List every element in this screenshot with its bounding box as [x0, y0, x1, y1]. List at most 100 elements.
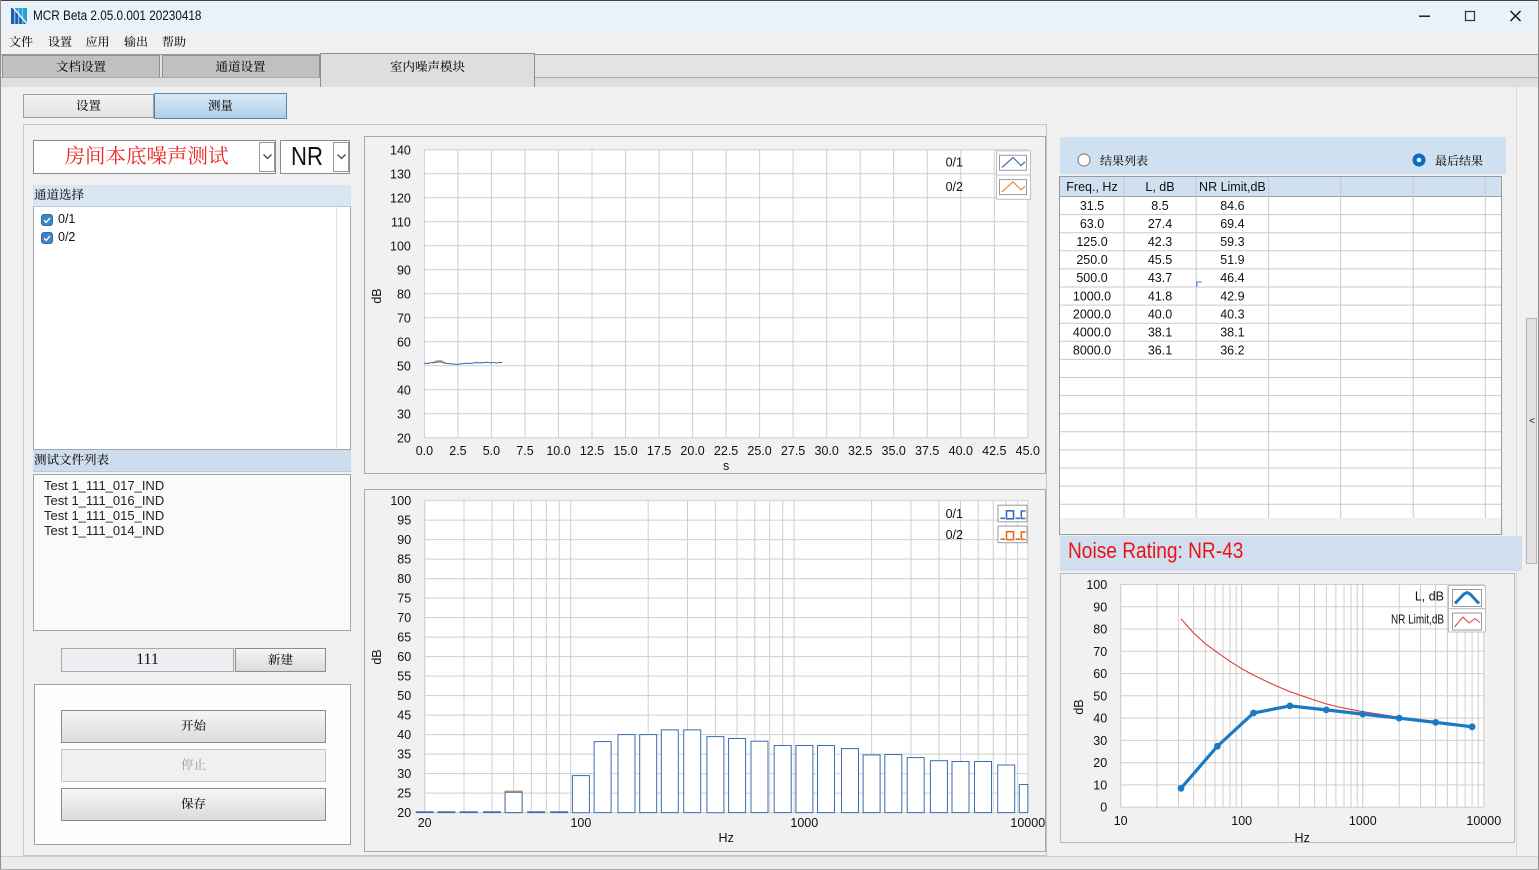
svg-text:80: 80 — [1093, 623, 1107, 637]
svg-text:69.4: 69.4 — [1220, 217, 1244, 231]
svg-text:50: 50 — [397, 689, 411, 703]
svg-text:0: 0 — [1100, 801, 1107, 815]
svg-text:10000: 10000 — [1010, 816, 1045, 830]
svg-text:1000: 1000 — [1349, 814, 1377, 828]
svg-text:36.1: 36.1 — [1148, 344, 1172, 358]
svg-text:Hz: Hz — [1295, 831, 1310, 843]
svg-text:8.5: 8.5 — [1151, 199, 1168, 213]
svg-text:30: 30 — [397, 767, 411, 781]
svg-text:50: 50 — [1093, 689, 1107, 703]
svg-text:22.5: 22.5 — [714, 444, 738, 458]
svg-text:30: 30 — [397, 407, 411, 421]
svg-text:10.0: 10.0 — [546, 444, 570, 458]
svg-text:7.5: 7.5 — [516, 444, 533, 458]
svg-text:0/2: 0/2 — [946, 528, 963, 542]
svg-text:500.0: 500.0 — [1076, 271, 1107, 285]
svg-text:70: 70 — [397, 611, 411, 625]
svg-text:40.0: 40.0 — [949, 444, 973, 458]
svg-text:51.9: 51.9 — [1220, 253, 1244, 267]
svg-text:80: 80 — [397, 572, 411, 586]
svg-text:95: 95 — [397, 514, 411, 528]
svg-text:27.4: 27.4 — [1148, 217, 1172, 231]
svg-text:0.0: 0.0 — [416, 444, 433, 458]
svg-text:85: 85 — [397, 553, 411, 567]
svg-text:46.4: 46.4 — [1220, 271, 1244, 285]
svg-text:10000: 10000 — [1466, 814, 1501, 828]
svg-text:100: 100 — [390, 239, 411, 253]
svg-text:20: 20 — [418, 816, 432, 830]
svg-text:35.0: 35.0 — [882, 444, 906, 458]
svg-text:50: 50 — [397, 359, 411, 373]
svg-text:40.0: 40.0 — [1148, 307, 1172, 321]
svg-text:250.0: 250.0 — [1076, 253, 1107, 267]
svg-text:40: 40 — [1093, 712, 1107, 726]
svg-text:8000.0: 8000.0 — [1073, 344, 1111, 358]
svg-text:31.5: 31.5 — [1080, 199, 1104, 213]
svg-text:2.5: 2.5 — [449, 444, 466, 458]
svg-text:38.1: 38.1 — [1220, 326, 1244, 340]
svg-text:90: 90 — [1093, 600, 1107, 614]
svg-text:20: 20 — [397, 806, 411, 820]
svg-text:60: 60 — [397, 650, 411, 664]
svg-text:20: 20 — [397, 431, 411, 445]
svg-text:80: 80 — [397, 287, 411, 301]
svg-text:30: 30 — [1093, 734, 1107, 748]
svg-text:NR Limit,dB: NR Limit,dB — [1199, 180, 1266, 194]
svg-text:75: 75 — [397, 592, 411, 606]
svg-text:4000.0: 4000.0 — [1073, 326, 1111, 340]
svg-text:130: 130 — [390, 167, 411, 181]
svg-text:120: 120 — [390, 191, 411, 205]
svg-text:100: 100 — [570, 816, 591, 830]
svg-text:12.5: 12.5 — [580, 444, 604, 458]
svg-text:2000.0: 2000.0 — [1073, 307, 1111, 321]
svg-text:NR Limit,dB: NR Limit,dB — [1391, 613, 1444, 627]
svg-text:30.0: 30.0 — [815, 444, 839, 458]
svg-text:60: 60 — [1093, 667, 1107, 681]
svg-text:70: 70 — [397, 311, 411, 325]
svg-text:Freq., Hz: Freq., Hz — [1066, 180, 1117, 194]
svg-text:42.9: 42.9 — [1220, 289, 1244, 303]
svg-text:59.3: 59.3 — [1220, 235, 1244, 249]
svg-text:20: 20 — [1093, 756, 1107, 770]
svg-text:0/2: 0/2 — [946, 180, 963, 194]
svg-text:90: 90 — [397, 263, 411, 277]
svg-text:5.0: 5.0 — [483, 444, 500, 458]
svg-text:140: 140 — [390, 143, 411, 157]
svg-text:40.3: 40.3 — [1220, 307, 1244, 321]
svg-text:60: 60 — [397, 335, 411, 349]
svg-text:90: 90 — [397, 533, 411, 547]
svg-text:0/1: 0/1 — [946, 507, 963, 521]
svg-text:25.0: 25.0 — [747, 444, 771, 458]
svg-text:45: 45 — [397, 709, 411, 723]
svg-text:20.0: 20.0 — [680, 444, 704, 458]
svg-text:25: 25 — [397, 787, 411, 801]
svg-text:38.1: 38.1 — [1148, 326, 1172, 340]
svg-text:42.3: 42.3 — [1148, 235, 1172, 249]
svg-text:45.0: 45.0 — [1016, 444, 1040, 458]
svg-text:s: s — [723, 459, 729, 473]
svg-text:1000: 1000 — [790, 816, 818, 830]
svg-text:65: 65 — [397, 631, 411, 645]
svg-text:15.0: 15.0 — [613, 444, 637, 458]
svg-text:100: 100 — [390, 494, 411, 508]
svg-text:L, dB: L, dB — [1145, 180, 1174, 194]
svg-text:45.5: 45.5 — [1148, 253, 1172, 267]
svg-text:37.5: 37.5 — [915, 444, 939, 458]
svg-text:Hz: Hz — [719, 831, 734, 845]
svg-text:100: 100 — [1231, 814, 1252, 828]
svg-text:dB: dB — [370, 288, 384, 303]
svg-text:63.0: 63.0 — [1080, 217, 1104, 231]
svg-text:35: 35 — [397, 748, 411, 762]
svg-text:84.6: 84.6 — [1220, 199, 1244, 213]
svg-text:41.8: 41.8 — [1148, 289, 1172, 303]
svg-text:36.2: 36.2 — [1220, 344, 1244, 358]
svg-text:27.5: 27.5 — [781, 444, 805, 458]
svg-text:17.5: 17.5 — [647, 444, 671, 458]
svg-text:L, dB: L, dB — [1415, 589, 1444, 603]
svg-text:10: 10 — [1114, 814, 1128, 828]
svg-text:42.5: 42.5 — [982, 444, 1006, 458]
svg-text:10: 10 — [1093, 778, 1107, 792]
svg-text:55: 55 — [397, 670, 411, 684]
svg-text:dB: dB — [1072, 699, 1086, 714]
svg-text:32.5: 32.5 — [848, 444, 872, 458]
